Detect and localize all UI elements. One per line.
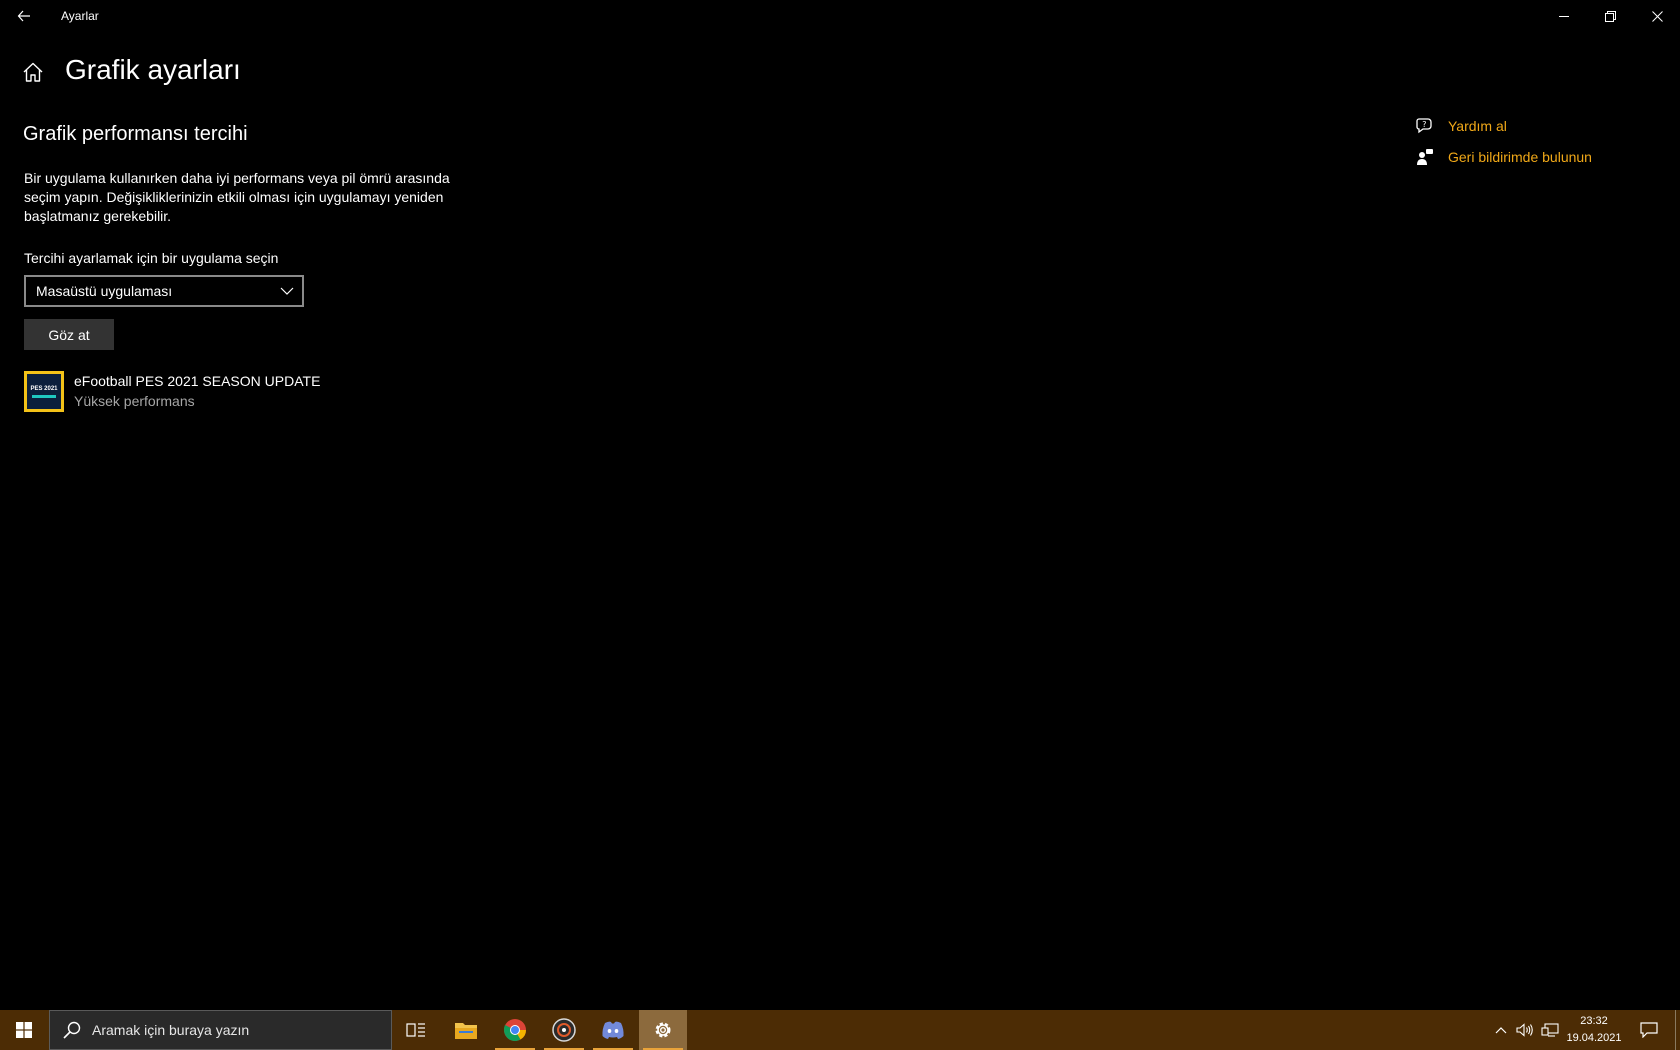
section-description: Bir uygulama kullanırken daha iyi perfor… bbox=[24, 170, 450, 224]
restore-icon bbox=[1604, 10, 1616, 22]
network-icon bbox=[1541, 1023, 1559, 1037]
volume-button[interactable] bbox=[1513, 1010, 1537, 1050]
taskbar: Aramak için buraya yazın 23:32 19.04.202… bbox=[0, 1010, 1680, 1050]
discord-icon bbox=[602, 1021, 624, 1039]
close-button[interactable] bbox=[1634, 0, 1680, 32]
task-view-button[interactable] bbox=[392, 1010, 440, 1050]
windows-logo-icon bbox=[16, 1022, 32, 1038]
get-help-label: Yardım al bbox=[1448, 118, 1507, 134]
show-desktop-button[interactable] bbox=[1675, 1010, 1676, 1050]
search-icon bbox=[63, 1021, 81, 1039]
file-explorer-button[interactable] bbox=[442, 1010, 490, 1050]
restore-button[interactable] bbox=[1587, 0, 1633, 32]
help-chat-icon: ? bbox=[1415, 116, 1435, 136]
feedback-label: Geri bildirimde bulunun bbox=[1448, 149, 1592, 165]
browse-button[interactable]: Göz at bbox=[24, 319, 114, 350]
notification-icon bbox=[1640, 1022, 1658, 1038]
app-list-item[interactable]: PES 2021 eFootball PES 2021 SEASON UPDAT… bbox=[24, 371, 344, 413]
back-button[interactable] bbox=[0, 0, 48, 32]
start-button[interactable] bbox=[0, 1010, 48, 1050]
minimize-icon bbox=[1558, 15, 1569, 17]
taskbar-search-box[interactable]: Aramak için buraya yazın bbox=[49, 1010, 392, 1050]
section-title: Grafik performansı tercihi bbox=[23, 123, 248, 145]
feedback-icon bbox=[1415, 147, 1435, 167]
settings-app-button[interactable] bbox=[639, 1010, 687, 1050]
clock-button[interactable]: 23:32 19.04.2021 bbox=[1560, 1013, 1628, 1047]
app-name: eFootball PES 2021 SEASON UPDATE bbox=[74, 373, 321, 389]
close-icon bbox=[1651, 10, 1663, 22]
app-icon-label: PES 2021 bbox=[30, 385, 58, 392]
clock-date: 19.04.2021 bbox=[1566, 1032, 1622, 1044]
page-title: Grafik ayarları bbox=[65, 54, 241, 85]
app-type-selected-value: Masaüstü uygulaması bbox=[36, 283, 173, 299]
network-button[interactable] bbox=[1538, 1010, 1562, 1050]
app-performance-setting: Yüksek performans bbox=[74, 393, 195, 409]
feedback-link[interactable]: Geri bildirimde bulunun bbox=[1415, 147, 1592, 167]
search-placeholder: Aramak için buraya yazın bbox=[92, 1022, 250, 1038]
svg-text:?: ? bbox=[1422, 120, 1426, 129]
app-type-label: Tercihi ayarlamak için bir uygulama seçi… bbox=[24, 250, 279, 266]
chrome-button[interactable] bbox=[491, 1010, 539, 1050]
task-view-icon bbox=[406, 1023, 425, 1037]
show-hidden-icons-button[interactable] bbox=[1490, 1010, 1512, 1050]
chevron-up-icon bbox=[1495, 1027, 1507, 1034]
chrome-icon bbox=[503, 1019, 526, 1041]
minimize-button[interactable] bbox=[1541, 0, 1587, 32]
app-icon: PES 2021 bbox=[24, 371, 64, 412]
home-button[interactable] bbox=[22, 61, 46, 85]
action-center-button[interactable] bbox=[1629, 1010, 1669, 1050]
speaker-icon bbox=[1516, 1023, 1533, 1037]
title-bar: Ayarlar bbox=[0, 0, 1680, 32]
clock-time: 23:32 bbox=[1580, 1015, 1608, 1027]
media-player-button[interactable] bbox=[540, 1010, 588, 1050]
music-player-icon bbox=[552, 1018, 576, 1042]
gear-icon bbox=[655, 1022, 671, 1038]
chevron-down-icon bbox=[280, 287, 294, 295]
home-icon bbox=[23, 62, 43, 82]
back-arrow-icon bbox=[17, 10, 30, 22]
discord-button[interactable] bbox=[589, 1010, 637, 1050]
window-title: Ayarlar bbox=[61, 9, 99, 23]
app-type-dropdown[interactable]: Masaüstü uygulaması bbox=[24, 275, 304, 307]
get-help-link[interactable]: ? Yardım al bbox=[1415, 116, 1507, 136]
folder-icon bbox=[455, 1023, 477, 1039]
